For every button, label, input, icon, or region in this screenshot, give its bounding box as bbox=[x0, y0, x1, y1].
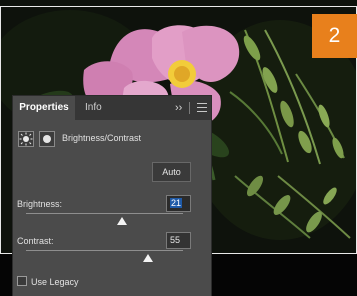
contrast-value-field[interactable]: 55 bbox=[166, 232, 191, 249]
contrast-slider-thumb[interactable] bbox=[143, 254, 154, 262]
brightness-value-field[interactable]: 21 bbox=[166, 195, 191, 212]
adjustment-header: Brightness/Contrast bbox=[18, 129, 193, 149]
brightness-value: 21 bbox=[170, 198, 183, 208]
panel-menu-icon[interactable] bbox=[197, 103, 207, 112]
auto-button[interactable]: Auto bbox=[152, 162, 191, 182]
tab-separator bbox=[189, 102, 190, 114]
contrast-value: 55 bbox=[170, 235, 181, 245]
brightness-label: Brightness: bbox=[17, 199, 63, 209]
sun-icon bbox=[18, 131, 34, 147]
use-legacy-label: Use Legacy bbox=[31, 277, 79, 287]
contrast-slider-track[interactable] bbox=[26, 250, 183, 251]
brightness-slider-track[interactable] bbox=[26, 213, 183, 214]
panel-tab-bar: Properties Info ›› bbox=[13, 96, 211, 120]
layer-mask-icon bbox=[39, 131, 55, 147]
double-chevron-right-icon[interactable]: ›› bbox=[175, 102, 182, 114]
tab-info[interactable]: Info bbox=[85, 96, 102, 120]
use-legacy-checkbox[interactable] bbox=[17, 276, 27, 286]
brightness-slider-thumb[interactable] bbox=[116, 217, 127, 225]
tab-properties[interactable]: Properties bbox=[13, 96, 75, 120]
properties-panel: Properties Info ›› Brightness/Contrast A… bbox=[13, 96, 211, 296]
adjustment-title: Brightness/Contrast bbox=[62, 133, 142, 143]
contrast-label: Contrast: bbox=[17, 236, 54, 246]
step-badge: 2 bbox=[312, 14, 357, 58]
